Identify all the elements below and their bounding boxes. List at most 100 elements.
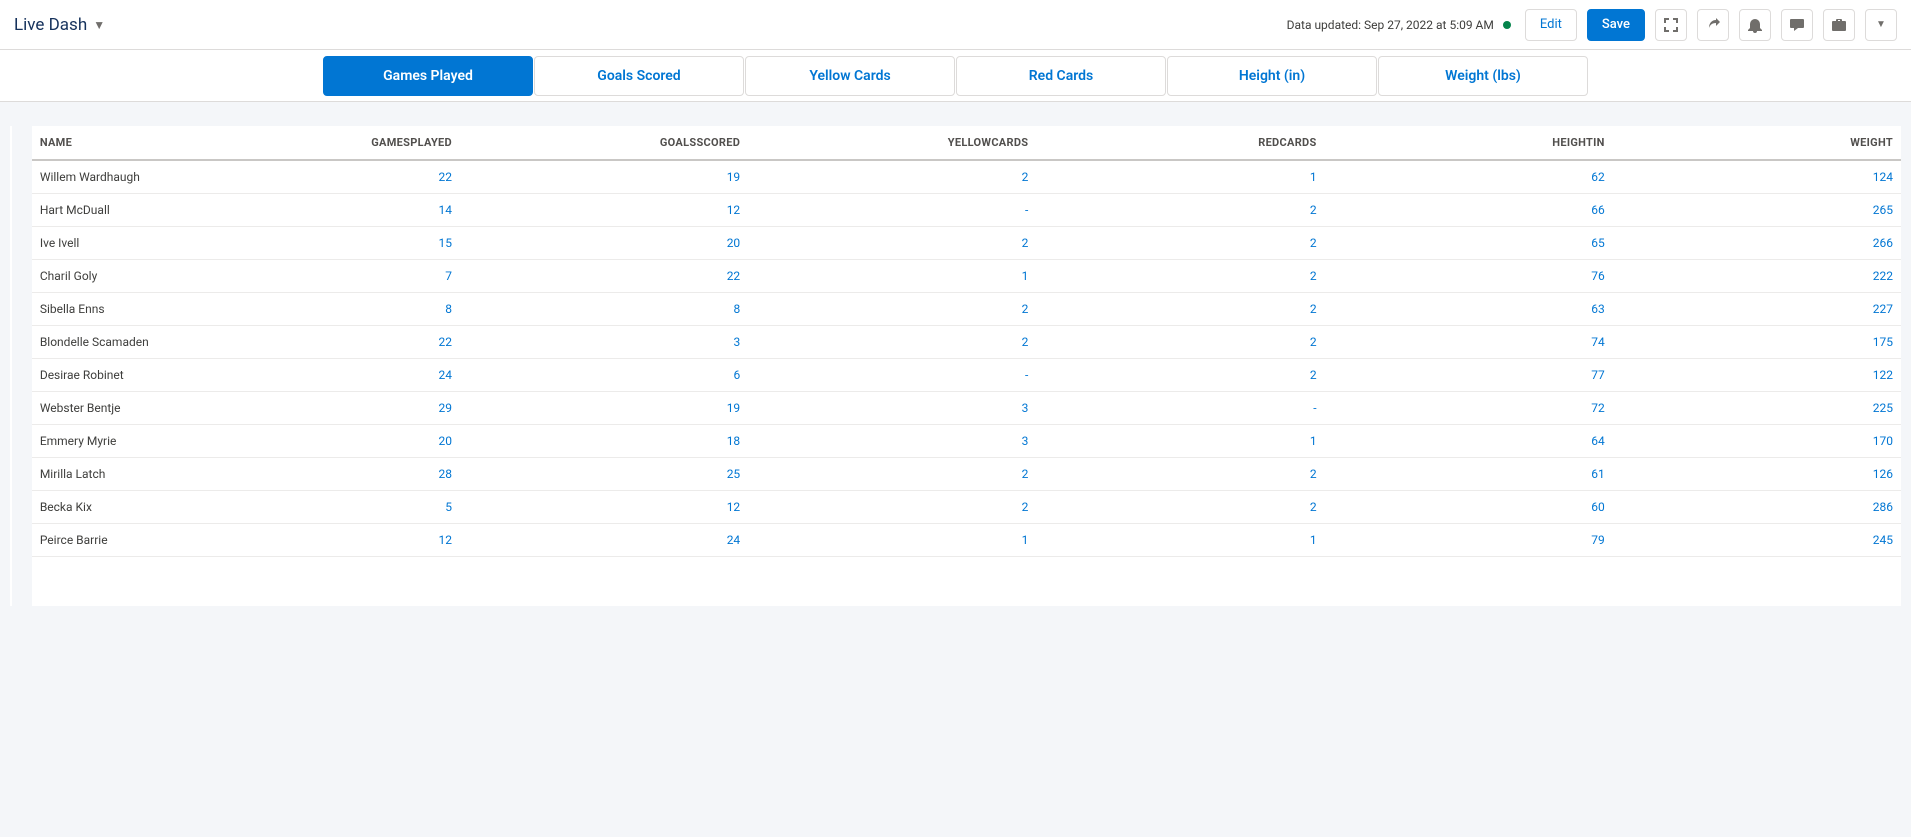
cell-value: 20 <box>172 425 460 458</box>
tab-yellow-cards[interactable]: Yellow Cards <box>745 56 955 96</box>
cell-value: 1 <box>748 260 1036 293</box>
cell-name: Blondelle Scamaden <box>32 326 172 359</box>
cell-value: 5 <box>172 491 460 524</box>
tab-red-cards[interactable]: Red Cards <box>956 56 1166 96</box>
table-row[interactable]: Ive Ivell15202265266 <box>32 227 1901 260</box>
cell-value: 2 <box>1036 293 1324 326</box>
cell-value: 18 <box>460 425 748 458</box>
cell-value: 8 <box>172 293 460 326</box>
table-body: Willem Wardhaugh22192162124Hart McDuall1… <box>32 160 1901 557</box>
cell-value: 28 <box>172 458 460 491</box>
cell-value: 3 <box>460 326 748 359</box>
tab-weight-lbs-[interactable]: Weight (lbs) <box>1378 56 1588 96</box>
table-header-name[interactable]: NAME <box>32 126 172 160</box>
table-header-goalsscored[interactable]: GOALSSCORED <box>460 126 748 160</box>
chat-icon <box>1789 17 1805 33</box>
cell-value: 2 <box>748 326 1036 359</box>
cell-value: 24 <box>172 359 460 392</box>
table-row[interactable]: Desirae Robinet246-277122 <box>32 359 1901 392</box>
cell-value: 286 <box>1613 491 1901 524</box>
tab-goals-scored[interactable]: Goals Scored <box>534 56 744 96</box>
measure-tabs: Games PlayedGoals ScoredYellow CardsRed … <box>0 50 1911 102</box>
edit-button[interactable]: Edit <box>1525 9 1577 41</box>
cell-value: 24 <box>460 524 748 557</box>
more-button[interactable] <box>1823 9 1855 41</box>
cell-value: 61 <box>1325 458 1613 491</box>
cell-value: 19 <box>460 392 748 425</box>
cell-value: 22 <box>172 160 460 194</box>
cell-value: 1 <box>748 524 1036 557</box>
cell-value: 3 <box>748 425 1036 458</box>
comments-button[interactable] <box>1781 9 1813 41</box>
cell-value: 2 <box>1036 260 1324 293</box>
cell-value: - <box>748 359 1036 392</box>
cell-value: 2 <box>748 160 1036 194</box>
table-header-yellowcards[interactable]: YELLOWCARDS <box>748 126 1036 160</box>
cell-name: Charil Goly <box>32 260 172 293</box>
cell-value: 2 <box>748 491 1036 524</box>
table-row[interactable]: Emmery Myrie20183164170 <box>32 425 1901 458</box>
cell-value: 227 <box>1613 293 1901 326</box>
cell-value: 25 <box>460 458 748 491</box>
table-row[interactable]: Blondelle Scamaden2232274175 <box>32 326 1901 359</box>
topbar-right: Data updated: Sep 27, 2022 at 5:09 AM Ed… <box>1287 9 1897 41</box>
cell-value: 126 <box>1613 458 1901 491</box>
cell-value: 29 <box>172 392 460 425</box>
cell-value: 122 <box>1613 359 1901 392</box>
table-scroll[interactable]: NAMEGAMESPLAYEDGOALSSCOREDYELLOWCARDSRED… <box>32 126 1901 606</box>
data-updated-text: Data updated: Sep 27, 2022 at 5:09 AM <box>1287 18 1511 32</box>
cell-value: 245 <box>1613 524 1901 557</box>
cell-value: 266 <box>1613 227 1901 260</box>
cell-value: 12 <box>460 194 748 227</box>
cell-name: Desirae Robinet <box>32 359 172 392</box>
tab-height-in-[interactable]: Height (in) <box>1167 56 1377 96</box>
table-row[interactable]: Webster Bentje29193-72225 <box>32 392 1901 425</box>
share-button[interactable] <box>1697 9 1729 41</box>
table-header-heightin[interactable]: HEIGHTIN <box>1325 126 1613 160</box>
table-row[interactable]: Hart McDuall1412-266265 <box>32 194 1901 227</box>
table-row[interactable]: Peirce Barrie12241179245 <box>32 524 1901 557</box>
table-header-weight[interactable]: WEIGHT <box>1613 126 1901 160</box>
chevron-down-icon[interactable]: ▼ <box>93 18 105 32</box>
dashboard-title: Live Dash <box>14 15 87 35</box>
cell-value: 72 <box>1325 392 1613 425</box>
cell-name: Hart McDuall <box>32 194 172 227</box>
cell-value: 12 <box>172 524 460 557</box>
cell-name: Mirilla Latch <box>32 458 172 491</box>
cell-value: 265 <box>1613 194 1901 227</box>
table-row[interactable]: Charil Goly7221276222 <box>32 260 1901 293</box>
notifications-button[interactable] <box>1739 9 1771 41</box>
cell-name: Becka Kix <box>32 491 172 524</box>
data-table-panel: NAMEGAMESPLAYEDGOALSSCOREDYELLOWCARDSRED… <box>32 126 1901 606</box>
cell-value: 2 <box>1036 227 1324 260</box>
content-area: NAME A 0510152025303540 Fergus Crosson39… <box>0 102 1911 616</box>
cell-value: 12 <box>460 491 748 524</box>
cell-value: 77 <box>1325 359 1613 392</box>
cell-value: 2 <box>1036 458 1324 491</box>
fullscreen-button[interactable] <box>1655 9 1687 41</box>
cell-value: 2 <box>748 293 1036 326</box>
table-row[interactable]: Becka Kix5122260286 <box>32 491 1901 524</box>
cell-value: 19 <box>460 160 748 194</box>
table-row[interactable]: Mirilla Latch28252261126 <box>32 458 1901 491</box>
updated-timestamp: Sep 27, 2022 at 5:09 AM <box>1364 18 1494 32</box>
table-row[interactable]: Willem Wardhaugh22192162124 <box>32 160 1901 194</box>
cell-value: 74 <box>1325 326 1613 359</box>
save-button[interactable]: Save <box>1587 9 1645 41</box>
cell-value: 66 <box>1325 194 1613 227</box>
topbar: Live Dash ▼ Data updated: Sep 27, 2022 a… <box>0 0 1911 50</box>
cell-value: 20 <box>460 227 748 260</box>
dropdown-button[interactable]: ▼ <box>1865 9 1897 41</box>
cell-value: 79 <box>1325 524 1613 557</box>
cell-value: 62 <box>1325 160 1613 194</box>
cell-value: 8 <box>460 293 748 326</box>
tab-games-played[interactable]: Games Played <box>323 56 533 96</box>
cell-value: 3 <box>748 392 1036 425</box>
table-header-redcards[interactable]: REDCARDS <box>1036 126 1324 160</box>
table-row[interactable]: Sibella Enns882263227 <box>32 293 1901 326</box>
cell-value: - <box>748 194 1036 227</box>
cell-value: 124 <box>1613 160 1901 194</box>
table-header-gamesplayed[interactable]: GAMESPLAYED <box>172 126 460 160</box>
cell-value: 225 <box>1613 392 1901 425</box>
status-dot-icon <box>1503 21 1511 29</box>
